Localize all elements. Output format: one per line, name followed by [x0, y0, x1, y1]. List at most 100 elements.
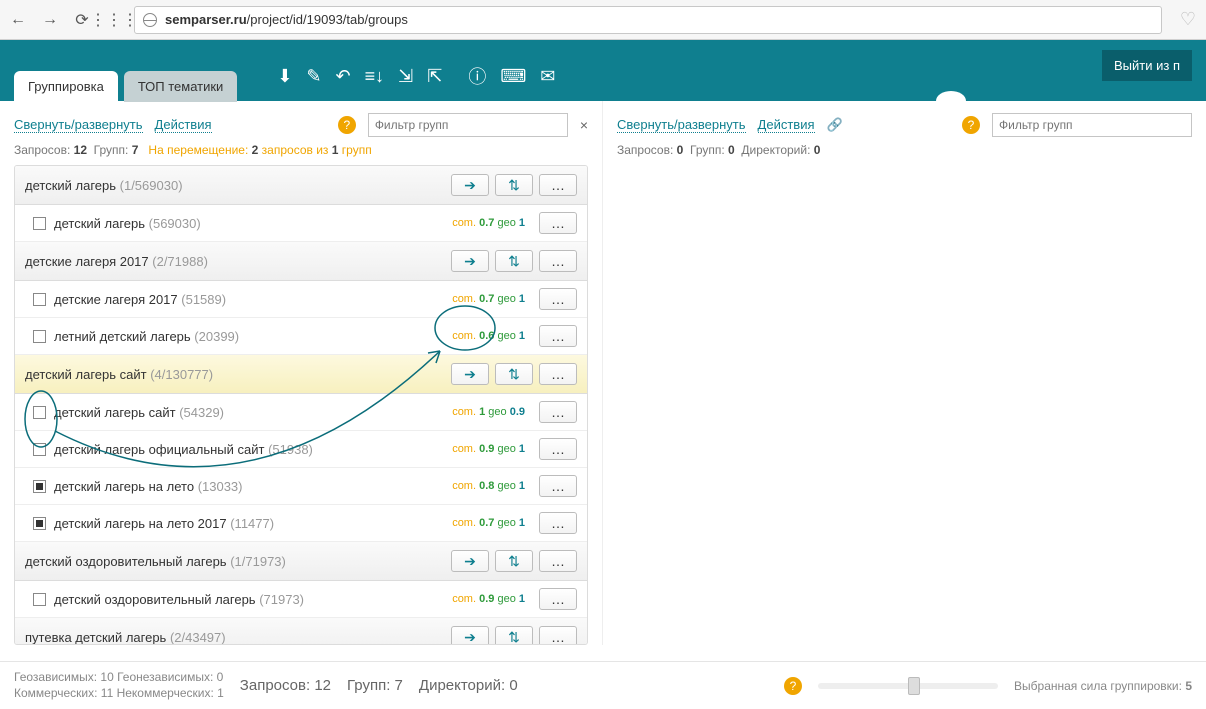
group-header[interactable]: путевка детский лагерь (2/43497)➔⇅…	[15, 618, 587, 645]
tab-grouping[interactable]: Группировка	[14, 71, 118, 102]
keyword-metrics: com. 0.7 geo 1	[452, 217, 525, 229]
footer-dir: Директорий: 0	[419, 677, 518, 694]
keyword-checkbox[interactable]	[33, 330, 46, 343]
filter-groups-right[interactable]	[992, 113, 1192, 137]
help-icon[interactable]: ?	[338, 116, 356, 134]
info-icon[interactable]: ⓘ	[468, 63, 486, 89]
move-right-icon[interactable]: ➔	[451, 550, 489, 572]
keyword-more-icon[interactable]: …	[539, 438, 577, 460]
toolbar: ⬇ ✎ ↶ ≡↓ ⇲ ⇱ ⓘ ⌨ ✉	[277, 63, 555, 89]
group-header[interactable]: детский лагерь (1/569030)➔⇅…	[15, 166, 587, 205]
move-right-icon[interactable]: ➔	[451, 174, 489, 196]
main-tabs: Группировка ТОП тематики	[14, 70, 237, 101]
strength-slider[interactable]	[818, 683, 998, 689]
keyword-row: детские лагеря 2017 (51589)com. 0.7 geo …	[15, 281, 587, 318]
more-icon[interactable]: …	[539, 550, 577, 572]
tab-top-topics[interactable]: ТОП тематики	[124, 71, 238, 102]
sort-toggle-icon[interactable]: ⇅	[495, 550, 533, 572]
sort-toggle-icon[interactable]: ⇅	[495, 363, 533, 385]
sort-toggle-icon[interactable]: ⇅	[495, 626, 533, 645]
keyword-label: детский лагерь на лето (13033)	[54, 479, 444, 494]
keyboard-icon[interactable]: ⌨	[500, 66, 526, 87]
group-title: детский оздоровительный лагерь (1/71973)	[25, 554, 445, 569]
more-icon[interactable]: …	[539, 626, 577, 645]
download-icon[interactable]: ⬇	[277, 66, 292, 87]
keyword-row: детский лагерь официальный сайт (51938)c…	[15, 431, 587, 468]
right-panel: Свернуть/развернуть Действия 🔗 ? Запросо…	[603, 101, 1206, 645]
apps-icon[interactable]: ⋮⋮⋮	[102, 8, 126, 32]
footer-bar: Геозависимых: 10 Геонезависимых: 0 Комме…	[0, 661, 1206, 709]
actions-left[interactable]: Действия	[155, 117, 212, 133]
toggle-all-left[interactable]: Свернуть/развернуть	[14, 117, 143, 133]
globe-icon	[143, 13, 157, 27]
export-icon[interactable]: ⇲	[398, 66, 413, 87]
keyword-more-icon[interactable]: …	[539, 512, 577, 534]
keyword-label: летний детский лагерь (20399)	[54, 329, 444, 344]
keyword-checkbox[interactable]	[33, 593, 46, 606]
keyword-metrics: com. 0.6 geo 1	[452, 330, 525, 342]
forward-icon[interactable]: →	[38, 8, 62, 32]
logout-button[interactable]: Выйти из п	[1102, 50, 1192, 81]
move-right-icon[interactable]: ➔	[451, 626, 489, 645]
undo-icon[interactable]: ↶	[336, 66, 351, 87]
keyword-row: летний детский лагерь (20399) com. 0.6 ge…	[15, 318, 587, 355]
keyword-row: детский лагерь сайт (54329)com. 1 geo 0.…	[15, 394, 587, 431]
move-right-icon[interactable]: ➔	[451, 250, 489, 272]
keyword-metrics: com. 0.7 geo 1	[452, 517, 525, 529]
footer-help-icon[interactable]: ?	[784, 677, 802, 695]
address-bar[interactable]: semparser.ru/project/id/19093/tab/groups	[134, 6, 1162, 34]
clear-filter-icon[interactable]: ×	[580, 117, 588, 133]
keyword-more-icon[interactable]: …	[539, 588, 577, 610]
strength-label: Выбранная сила группировки: 5	[1014, 679, 1192, 693]
edit-icon[interactable]: ✎	[306, 66, 321, 87]
group-title: детский лагерь сайт (4/130777)	[25, 367, 445, 382]
keyword-checkbox[interactable]	[33, 406, 46, 419]
footer-comm: Коммерческих: 11 Некоммерческих: 1	[14, 686, 224, 702]
footer-req: Запросов: 12	[240, 677, 331, 694]
help-icon-right[interactable]: ?	[962, 116, 980, 134]
move-right-icon[interactable]: ➔	[451, 363, 489, 385]
group-title: детские лагеря 2017 (2/71988)	[25, 254, 445, 269]
sort-icon[interactable]: ≡↓	[365, 66, 385, 87]
keyword-checkbox[interactable]	[33, 293, 46, 306]
more-icon[interactable]: …	[539, 363, 577, 385]
keyword-checkbox[interactable]	[33, 443, 46, 456]
sort-toggle-icon[interactable]: ⇅	[495, 250, 533, 272]
filter-groups-left[interactable]	[368, 113, 568, 137]
back-icon[interactable]: ←	[6, 8, 30, 32]
group-header[interactable]: детский лагерь сайт (4/130777) ➔ ⇅ …	[15, 355, 587, 394]
url-text: semparser.ru/project/id/19093/tab/groups	[165, 12, 408, 27]
keyword-checkbox[interactable]	[33, 517, 46, 530]
keyword-checkbox[interactable]	[33, 217, 46, 230]
keyword-label: детские лагеря 2017 (51589)	[54, 292, 444, 307]
left-panel: Свернуть/развернуть Действия ? × Запросо…	[0, 101, 603, 645]
toggle-all-right[interactable]: Свернуть/развернуть	[617, 117, 746, 133]
stats-left: Запросов: 12 Групп: 7 На перемещение: 2 …	[14, 143, 588, 157]
keyword-label: детский оздоровительный лагерь (71973)	[54, 592, 444, 607]
favorite-icon[interactable]: ♡	[1176, 8, 1200, 32]
keyword-metrics: com. 1 geo 0.9	[452, 406, 525, 418]
keyword-more-icon[interactable]: …	[539, 401, 577, 423]
keyword-more-icon[interactable]: …	[539, 288, 577, 310]
keyword-row: детский оздоровительный лагерь (71973)co…	[15, 581, 587, 618]
groups-scroll[interactable]: детский лагерь (1/569030)➔⇅…детский лаге…	[14, 165, 588, 645]
mail-icon[interactable]: ✉	[540, 66, 555, 87]
keyword-checkbox[interactable]	[33, 480, 46, 493]
keyword-metrics: com. 0.8 geo 1	[452, 480, 525, 492]
more-icon[interactable]: …	[539, 174, 577, 196]
more-icon[interactable]: …	[539, 250, 577, 272]
keyword-row: детский лагерь на лето (13033) com. 0.8 g…	[15, 468, 587, 505]
keyword-metrics: com. 0.9 geo 1	[452, 443, 525, 455]
import-icon[interactable]: ⇱	[427, 66, 442, 87]
keyword-more-icon[interactable]: …	[539, 475, 577, 497]
stats-right: Запросов: 0 Групп: 0 Директорий: 0	[617, 143, 1192, 157]
group-header[interactable]: детские лагеря 2017 (2/71988) ➔ ⇅ …	[15, 242, 587, 281]
group-header[interactable]: детский оздоровительный лагерь (1/71973)…	[15, 542, 587, 581]
footer-geo: Геозависимых: 10 Геонезависимых: 0	[14, 670, 224, 686]
keyword-more-icon[interactable]: …	[539, 325, 577, 347]
browser-chrome: ← → ⟳ ⋮⋮⋮ semparser.ru/project/id/19093/…	[0, 0, 1206, 40]
sort-toggle-icon[interactable]: ⇅	[495, 174, 533, 196]
keyword-more-icon[interactable]: …	[539, 212, 577, 234]
link-icon[interactable]: 🔗	[827, 117, 843, 133]
actions-right[interactable]: Действия	[758, 117, 815, 133]
